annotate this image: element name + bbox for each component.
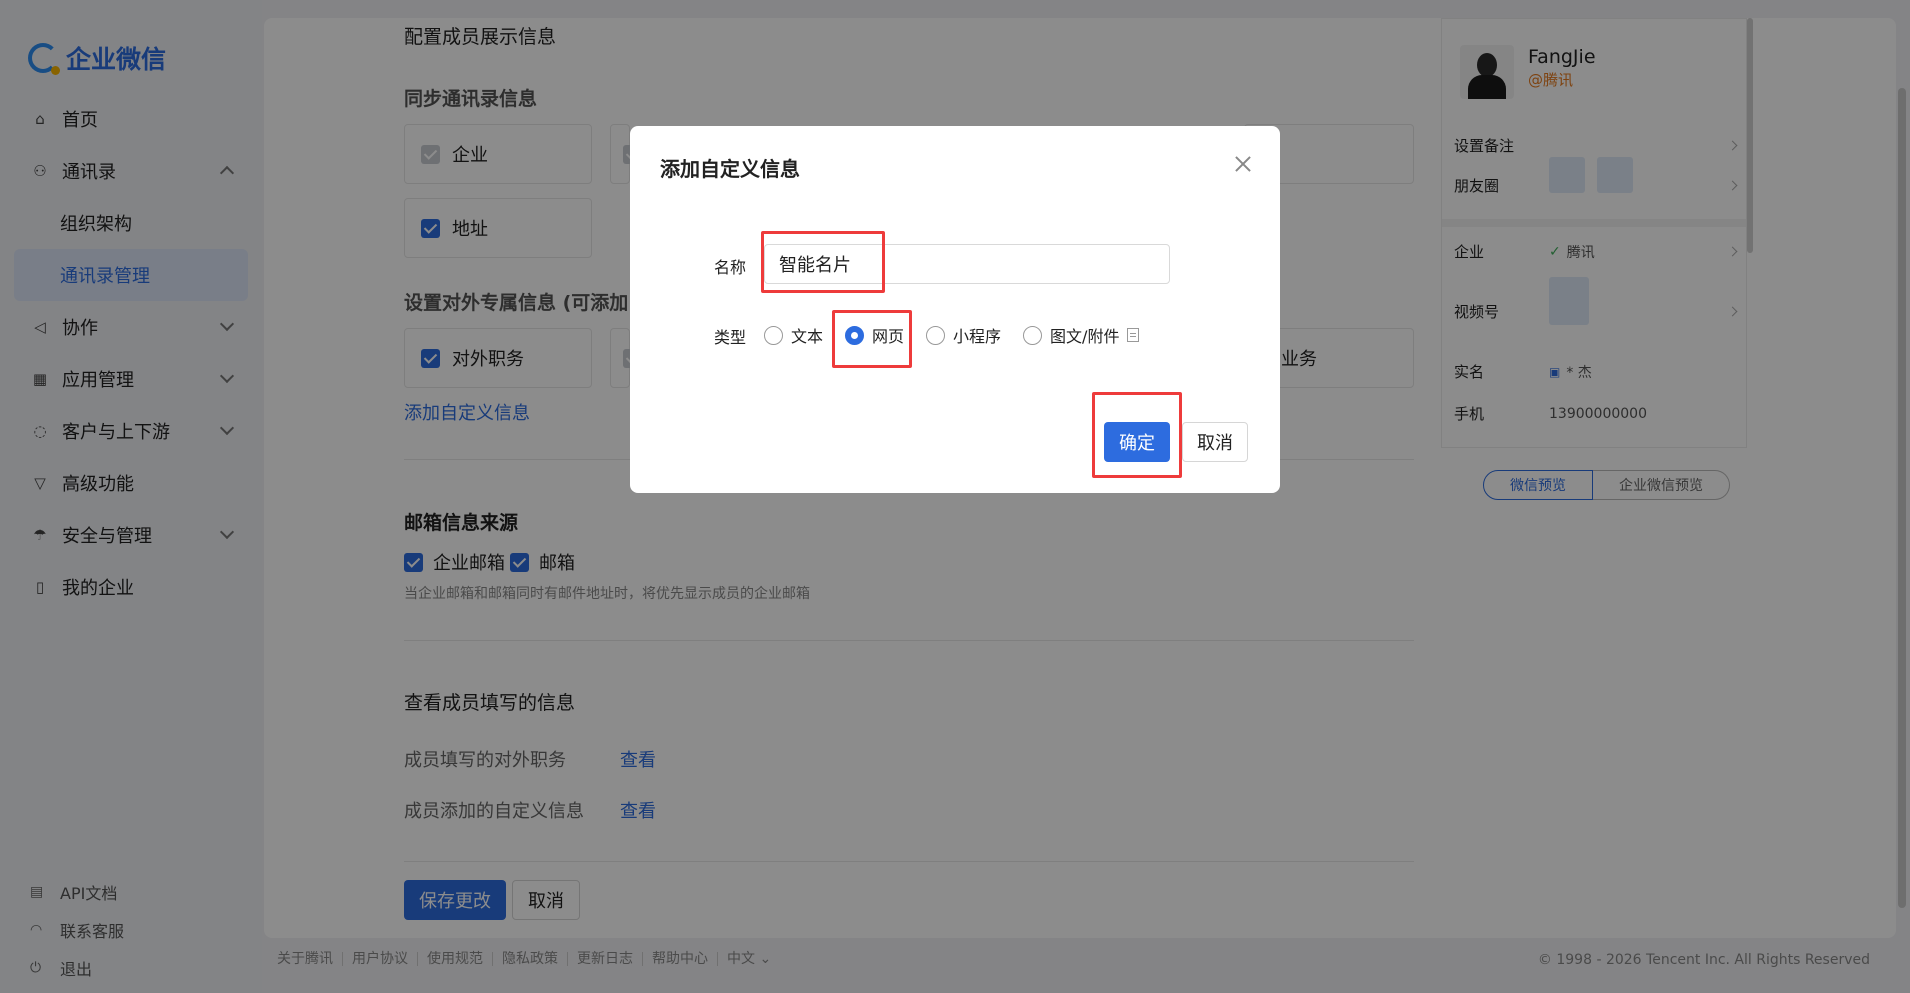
highlight-confirm-button [1092,392,1182,478]
radio-unchecked-icon [1023,325,1043,345]
highlight-name-input [761,231,885,293]
document-icon [1127,328,1140,342]
add-custom-info-dialog: 添加自定义信息 名称 类型 文本 网页 小程序 图文/附件 确定 取消 [630,126,1280,493]
radio-unchecked-icon [764,325,783,345]
highlight-webpage-radio [832,310,912,368]
type-radio-text[interactable]: 文本 [764,323,823,347]
radio-unchecked-icon [926,325,946,345]
dialog-title: 添加自定义信息 [660,157,800,181]
name-label: 名称 [714,258,747,277]
close-icon[interactable] [1232,153,1254,175]
type-label: 类型 [714,328,747,347]
radio-label: 图文/附件 [1050,327,1120,346]
dialog-cancel-button[interactable]: 取消 [1182,422,1248,462]
radio-label: 文本 [791,327,824,346]
radio-label: 小程序 [953,327,1002,346]
type-radio-group: 文本 网页 小程序 图文/附件 [764,323,1161,347]
type-radio-miniprogram[interactable]: 小程序 [926,323,1001,347]
type-radio-attachment[interactable]: 图文/附件 [1023,323,1140,347]
